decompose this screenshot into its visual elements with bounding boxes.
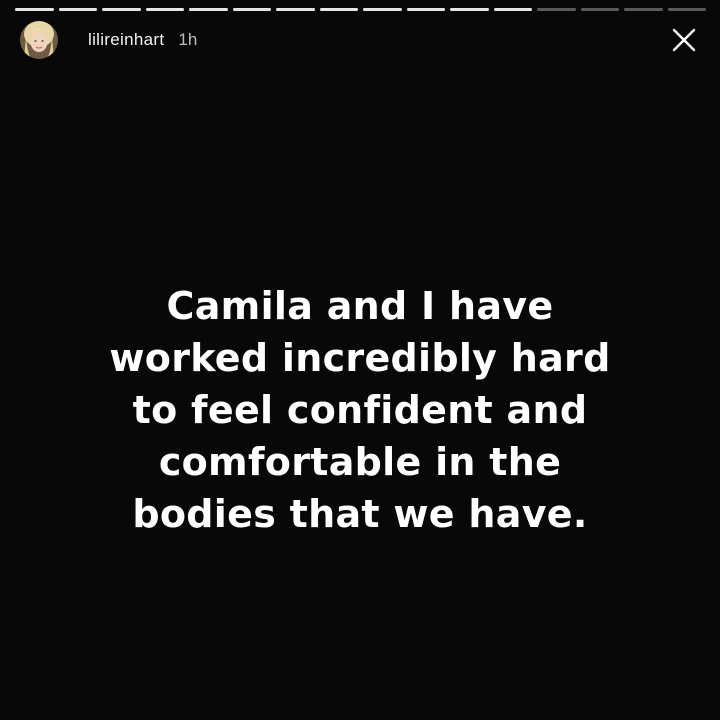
story-text-line: to feel confident and xyxy=(132,388,588,432)
progress-segment xyxy=(450,8,489,11)
progress-segment xyxy=(363,8,402,11)
progress-segment xyxy=(189,8,228,11)
progress-segment xyxy=(102,8,141,11)
story-text-line: bodies that we have. xyxy=(132,492,588,536)
progress-segment xyxy=(232,8,271,11)
progress-segment xyxy=(276,8,315,11)
story-progress-bar xyxy=(15,8,706,11)
progress-segment xyxy=(58,8,97,11)
profile-photo-avatar-icon xyxy=(20,21,58,59)
close-button[interactable] xyxy=(669,25,699,55)
progress-segment xyxy=(493,8,532,11)
story-text: Camila and I have worked incredibly hard… xyxy=(20,280,700,540)
story-viewer[interactable]: lilireinhart 1h Camila and I have worked… xyxy=(0,0,720,720)
progress-segment xyxy=(667,8,706,11)
story-header: lilireinhart 1h xyxy=(20,20,700,60)
progress-segment xyxy=(537,8,576,11)
progress-segment xyxy=(624,8,663,11)
progress-segment xyxy=(15,8,54,11)
avatar[interactable] xyxy=(20,21,58,59)
progress-segment xyxy=(406,8,445,11)
story-text-line: worked incredibly hard xyxy=(109,336,611,380)
close-icon xyxy=(672,28,696,52)
post-time: 1h xyxy=(178,30,198,49)
progress-segment xyxy=(580,8,619,11)
progress-segment xyxy=(319,8,358,11)
story-text-line: Camila and I have xyxy=(166,284,554,328)
username[interactable]: lilireinhart xyxy=(88,30,164,50)
story-text-line: comfortable in the xyxy=(158,440,562,484)
progress-segment xyxy=(145,8,184,11)
